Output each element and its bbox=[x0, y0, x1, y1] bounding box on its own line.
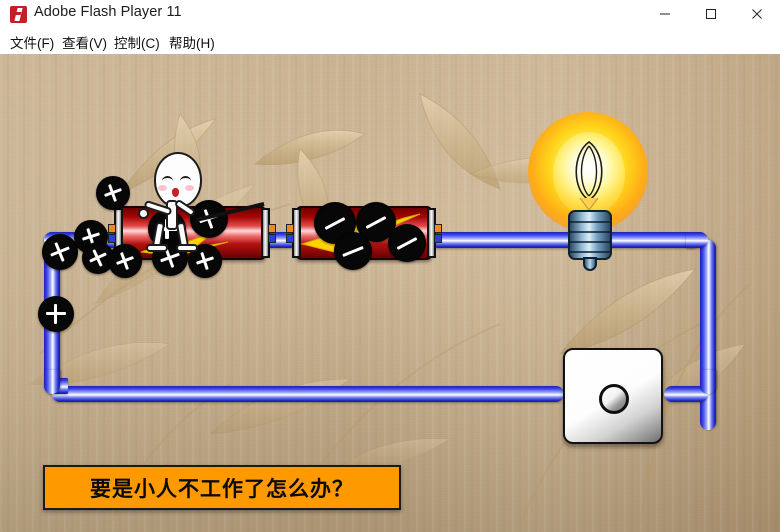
flash-player-window: Adobe Flash Player 11 文件(F) 查看(V) 控制(C) … bbox=[0, 0, 780, 532]
flash-stage[interactable]: 要是小人不工作了怎么办？ bbox=[0, 54, 780, 532]
caption-panel: 要是小人不工作了怎么办？ bbox=[43, 465, 401, 510]
close-button[interactable] bbox=[734, 0, 780, 28]
flash-icon bbox=[10, 6, 27, 23]
charge-particle-plus[interactable] bbox=[108, 244, 142, 278]
figure-foot-left bbox=[146, 244, 168, 252]
figure-foot-right bbox=[176, 244, 198, 252]
battery-left-terminal-orange bbox=[108, 224, 116, 233]
menu-help[interactable]: 帮助(H) bbox=[169, 32, 215, 52]
wire-corner-br-v bbox=[700, 370, 716, 394]
figure-mouth bbox=[172, 188, 179, 197]
title-bar: Adobe Flash Player 11 bbox=[0, 0, 780, 29]
battery-right-terminal-blue bbox=[286, 234, 294, 243]
charge-particle-plus[interactable] bbox=[42, 234, 78, 270]
circuit-switch[interactable] bbox=[563, 348, 663, 444]
battery-right-cap-neg bbox=[292, 208, 301, 258]
wire-corner-bl-v bbox=[44, 370, 60, 394]
wire-corner-top-right bbox=[686, 232, 708, 248]
bulb-contact-tip bbox=[583, 257, 597, 271]
charge-particle-plus[interactable] bbox=[38, 296, 74, 332]
figure-cheek-left bbox=[158, 185, 167, 191]
menu-bar: 文件(F) 查看(V) 控制(C) 帮助(H) bbox=[0, 28, 780, 54]
caption-text: 要是小人不工作了怎么办？ bbox=[90, 476, 354, 501]
battery-left-cap-pos bbox=[261, 208, 270, 258]
stick-figure-worker[interactable] bbox=[138, 152, 210, 252]
menu-view[interactable]: 查看(V) bbox=[62, 32, 107, 52]
figure-cheek-right bbox=[185, 185, 194, 191]
menu-file[interactable]: 文件(F) bbox=[10, 32, 54, 52]
battery-right-terminal2-blue bbox=[434, 234, 442, 243]
wallpaper-vignette bbox=[0, 54, 780, 532]
wire-bottom bbox=[52, 386, 564, 402]
battery-left-terminal2-blue bbox=[268, 234, 276, 243]
bulb-screw-base bbox=[568, 210, 612, 260]
maximize-button[interactable] bbox=[688, 0, 734, 28]
bulb-glass bbox=[553, 132, 625, 216]
charge-particle-plus[interactable] bbox=[96, 176, 130, 210]
menu-control[interactable]: 控制(C) bbox=[114, 32, 160, 52]
battery-left-terminal-blue bbox=[108, 234, 116, 243]
window-controls bbox=[642, 0, 780, 28]
battery-right-terminal2-orange bbox=[434, 224, 442, 233]
battery-right-cap-pos bbox=[427, 208, 436, 258]
charge-particle-minus[interactable] bbox=[388, 224, 426, 262]
figure-hand-left bbox=[138, 208, 149, 219]
charge-particle-minus[interactable] bbox=[334, 232, 372, 270]
minimize-button[interactable] bbox=[642, 0, 688, 28]
circuit-switch-knob[interactable] bbox=[599, 384, 629, 414]
window-title: Adobe Flash Player 11 bbox=[34, 4, 182, 20]
battery-right-terminal-orange bbox=[286, 224, 294, 233]
battery-left-terminal2-orange bbox=[268, 224, 276, 233]
wire-top-right bbox=[430, 232, 700, 248]
